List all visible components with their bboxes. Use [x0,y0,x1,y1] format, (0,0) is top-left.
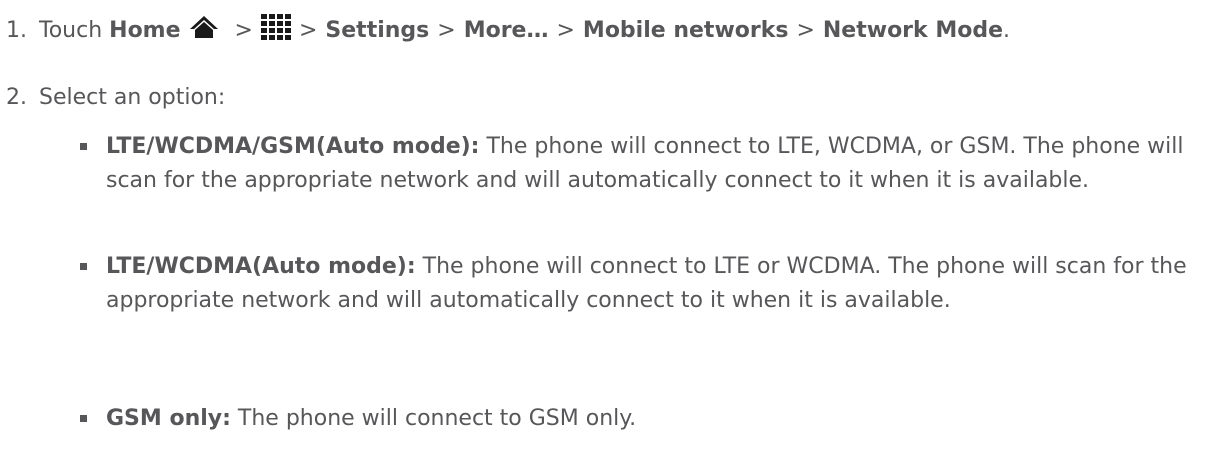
option-label: GSM only: [106,406,231,431]
home-label: Home [109,17,181,43]
breadcrumb-separator: > [437,17,456,43]
settings-label: Settings [325,17,430,43]
list-item: LTE/WCDMA/GSM(Auto mode): The phone will… [80,130,1195,198]
breadcrumb-separator: > [298,17,318,43]
apps-grid-icon [260,14,291,46]
bullet-icon [80,263,87,270]
more-label: More… [463,17,549,43]
step-number: 2. [6,84,27,110]
breadcrumb-separator: > [556,17,575,43]
list-item: GSM only: The phone will connect to GSM … [80,402,1195,436]
step-2: 2. Select an option: [6,82,225,112]
step-number: 1. [6,17,27,43]
network-mode-label: Network Mode [822,17,1003,43]
step-1-period: . [1003,17,1010,43]
step-text-touch: Touch [39,17,103,43]
list-item: LTE/WCDMA(Auto mode): The phone will con… [80,250,1195,318]
home-icon [189,15,219,45]
option-description: The phone will connect to GSM only. [230,406,637,431]
breadcrumb-separator: > [234,17,253,43]
bullet-icon [80,415,87,422]
step-2-text: Select an option: [39,84,226,110]
step-1: 1. Touch Home > > Settings > More… > Mob… [6,12,1010,48]
mobile-networks-label: Mobile networks [582,17,789,43]
breadcrumb-separator: > [796,17,815,43]
bullet-icon [80,143,87,150]
option-label: LTE/WCDMA/GSM(Auto mode): [106,134,480,159]
option-label: LTE/WCDMA(Auto mode): [106,254,416,279]
